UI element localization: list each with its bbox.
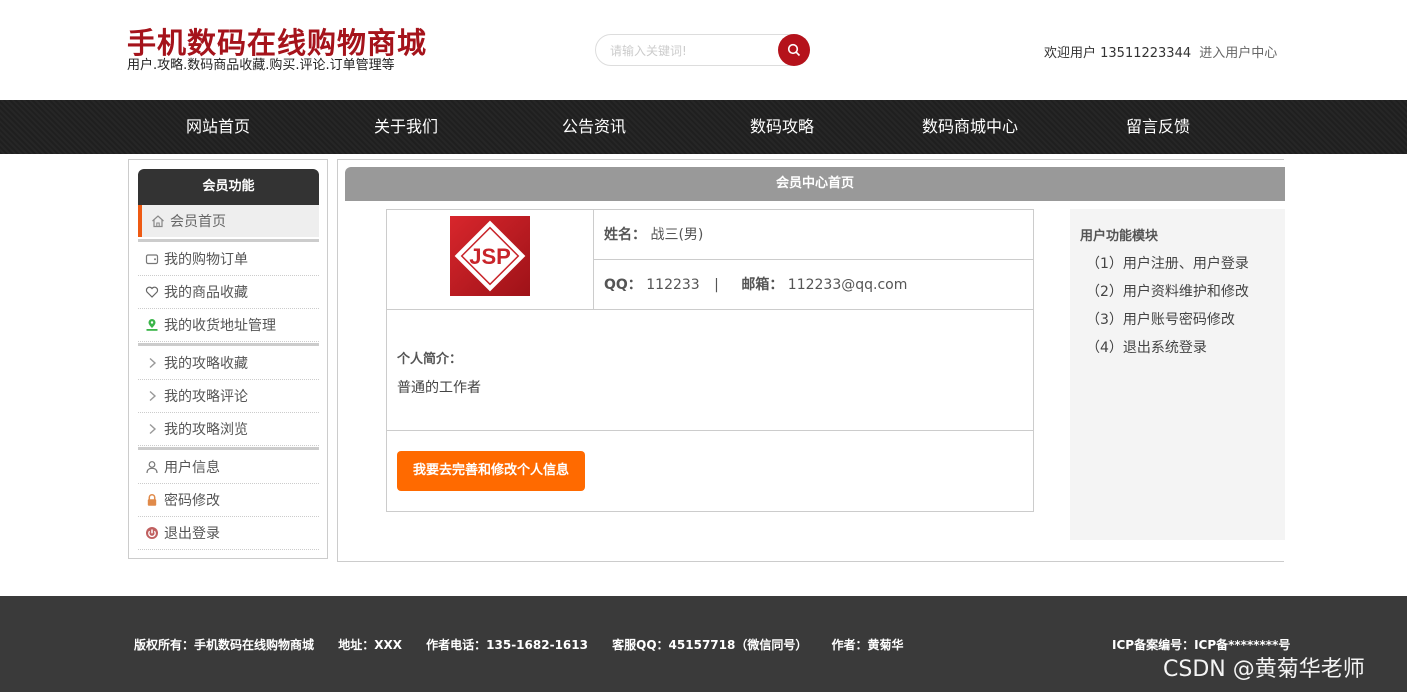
- avatar: JSP: [450, 216, 530, 296]
- sidebar-item-change-password[interactable]: 密码修改: [138, 484, 319, 517]
- footer-qq: 客服QQ：45157718（微信同号）: [612, 638, 808, 652]
- email-value: 112233@qq.com: [787, 277, 908, 293]
- sidebar-item-member-home[interactable]: 会员首页: [138, 205, 319, 237]
- welcome-area: 欢迎用户 13511223344 进入用户中心: [1044, 42, 1277, 61]
- welcome-text: 欢迎用户 13511223344: [1044, 46, 1192, 61]
- search-icon: [787, 43, 801, 57]
- qq-value: 112233: [646, 277, 700, 293]
- sidebar-item-favorites[interactable]: 我的商品收藏: [138, 276, 319, 309]
- edit-profile-button[interactable]: 我要去完善和修改个人信息: [397, 451, 585, 491]
- search-box: [595, 34, 810, 66]
- watermark: CSDN @黄菊华老师: [1163, 657, 1365, 682]
- sidebar-item-logout[interactable]: 退出登录: [138, 517, 319, 550]
- footer-author: 作者：黄菊华: [831, 638, 904, 652]
- sidebar-item-orders[interactable]: 我的购物订单: [138, 243, 319, 276]
- intro-text: 普通的工作者: [397, 380, 481, 396]
- user-center-link[interactable]: 进入用户中心: [1199, 46, 1277, 61]
- function-panel: 用户功能模块 （1）用户注册、用户登录 （2）用户资料维护和修改 （3）用户账号…: [1070, 209, 1285, 540]
- sidebar-divider: [138, 239, 319, 242]
- location-icon: [144, 317, 160, 333]
- intro-cell: 个人简介： 普通的工作者: [387, 310, 1033, 431]
- chevron-right-icon: [144, 355, 160, 371]
- jsp-logo-icon: JSP: [454, 220, 526, 292]
- sidebar-item-addresses[interactable]: 我的收货地址管理: [138, 309, 319, 342]
- member-sidebar: 会员功能 会员首页 我的购物订单 我的商品收藏 我的收货地址管理 我的攻略收藏 …: [128, 159, 328, 559]
- function-panel-title: 用户功能模块: [1080, 229, 1159, 244]
- footer-phone: 作者电话：135-1682-1613: [426, 638, 588, 652]
- sidebar-item-label: 用户信息: [164, 460, 220, 476]
- sidebar-item-guide-favorites[interactable]: 我的攻略收藏: [138, 347, 319, 380]
- sidebar-item-label: 密码修改: [164, 493, 220, 509]
- main-nav: 网站首页 关于我们 公告资讯 数码攻略 数码商城中心 留言反馈: [0, 100, 1407, 154]
- function-item: （1）用户注册、用户登录: [1086, 256, 1249, 272]
- function-item: （2）用户资料维护和修改: [1086, 284, 1249, 300]
- separator: |: [714, 277, 719, 293]
- sidebar-item-label: 我的攻略评论: [164, 389, 248, 405]
- nav-news[interactable]: 公告资讯: [524, 100, 664, 154]
- sidebar-item-user-info[interactable]: 用户信息: [138, 451, 319, 484]
- contact-cell: QQ： 112233 | 邮箱： 112233@qq.com: [594, 260, 1033, 310]
- lock-icon: [144, 492, 160, 508]
- name-cell: 姓名： 战三(男): [594, 210, 1033, 260]
- power-icon: [144, 525, 160, 541]
- chevron-right-icon: [144, 388, 160, 404]
- search-input[interactable]: [610, 42, 770, 60]
- nav-guides[interactable]: 数码攻略: [712, 100, 852, 154]
- sidebar-item-label: 退出登录: [164, 526, 220, 542]
- nav-home[interactable]: 网站首页: [148, 100, 288, 154]
- sidebar-item-label: 会员首页: [170, 214, 226, 230]
- member-main: 会员中心首页 JSP 姓名： 战三(男) QQ： 112233 | 邮箱： 11…: [337, 159, 1285, 562]
- chevron-right-icon: [144, 421, 160, 437]
- name-value: 战三(男): [650, 227, 704, 243]
- sidebar-item-label: 我的攻略收藏: [164, 356, 248, 372]
- nav-about[interactable]: 关于我们: [336, 100, 476, 154]
- email-label: 邮箱：: [741, 277, 784, 293]
- nav-feedback[interactable]: 留言反馈: [1088, 100, 1228, 154]
- function-item: （3）用户账号密码修改: [1086, 312, 1235, 328]
- main-title: 会员中心首页: [345, 167, 1285, 201]
- qq-label: QQ：: [604, 277, 642, 293]
- user-icon: [144, 459, 160, 475]
- sidebar-title: 会员功能: [138, 169, 319, 205]
- sidebar-item-label: 我的收货地址管理: [164, 318, 276, 334]
- intro-label: 个人简介：: [397, 352, 463, 367]
- sidebar-divider: [138, 447, 319, 450]
- avatar-cell: JSP: [387, 210, 594, 310]
- nav-mall-center[interactable]: 数码商城中心: [900, 100, 1040, 154]
- footer-address: 地址：XXX: [338, 638, 402, 652]
- name-label: 姓名：: [604, 227, 646, 243]
- home-icon: [150, 213, 166, 229]
- profile-card: JSP 姓名： 战三(男) QQ： 112233 | 邮箱： 112233@qq…: [386, 209, 1034, 512]
- sidebar-item-label: 我的商品收藏: [164, 285, 248, 301]
- function-item: （4）退出系统登录: [1086, 340, 1207, 356]
- heart-icon: [144, 284, 160, 300]
- sidebar-item-label: 我的购物订单: [164, 252, 248, 268]
- action-cell: 我要去完善和修改个人信息: [387, 431, 1033, 511]
- sidebar-divider: [138, 343, 319, 346]
- wallet-icon: [144, 251, 160, 267]
- sidebar-item-label: 我的攻略浏览: [164, 422, 248, 438]
- site-subtitle: 用户.攻略.数码商品收藏.购买.评论.订单管理等: [127, 58, 395, 73]
- footer-info: 版权所有：手机数码在线购物商城 地址：XXX 作者电话：135-1682-161…: [134, 636, 924, 653]
- search-button[interactable]: [778, 34, 810, 66]
- footer-copyright: 版权所有：手机数码在线购物商城: [134, 638, 315, 652]
- sidebar-item-guide-history[interactable]: 我的攻略浏览: [138, 413, 319, 446]
- sidebar-item-guide-comments[interactable]: 我的攻略评论: [138, 380, 319, 413]
- svg-text:JSP: JSP: [469, 244, 511, 269]
- header: 手机数码在线购物商城 用户.攻略.数码商品收藏.购买.评论.订单管理等 欢迎用户…: [0, 0, 1407, 100]
